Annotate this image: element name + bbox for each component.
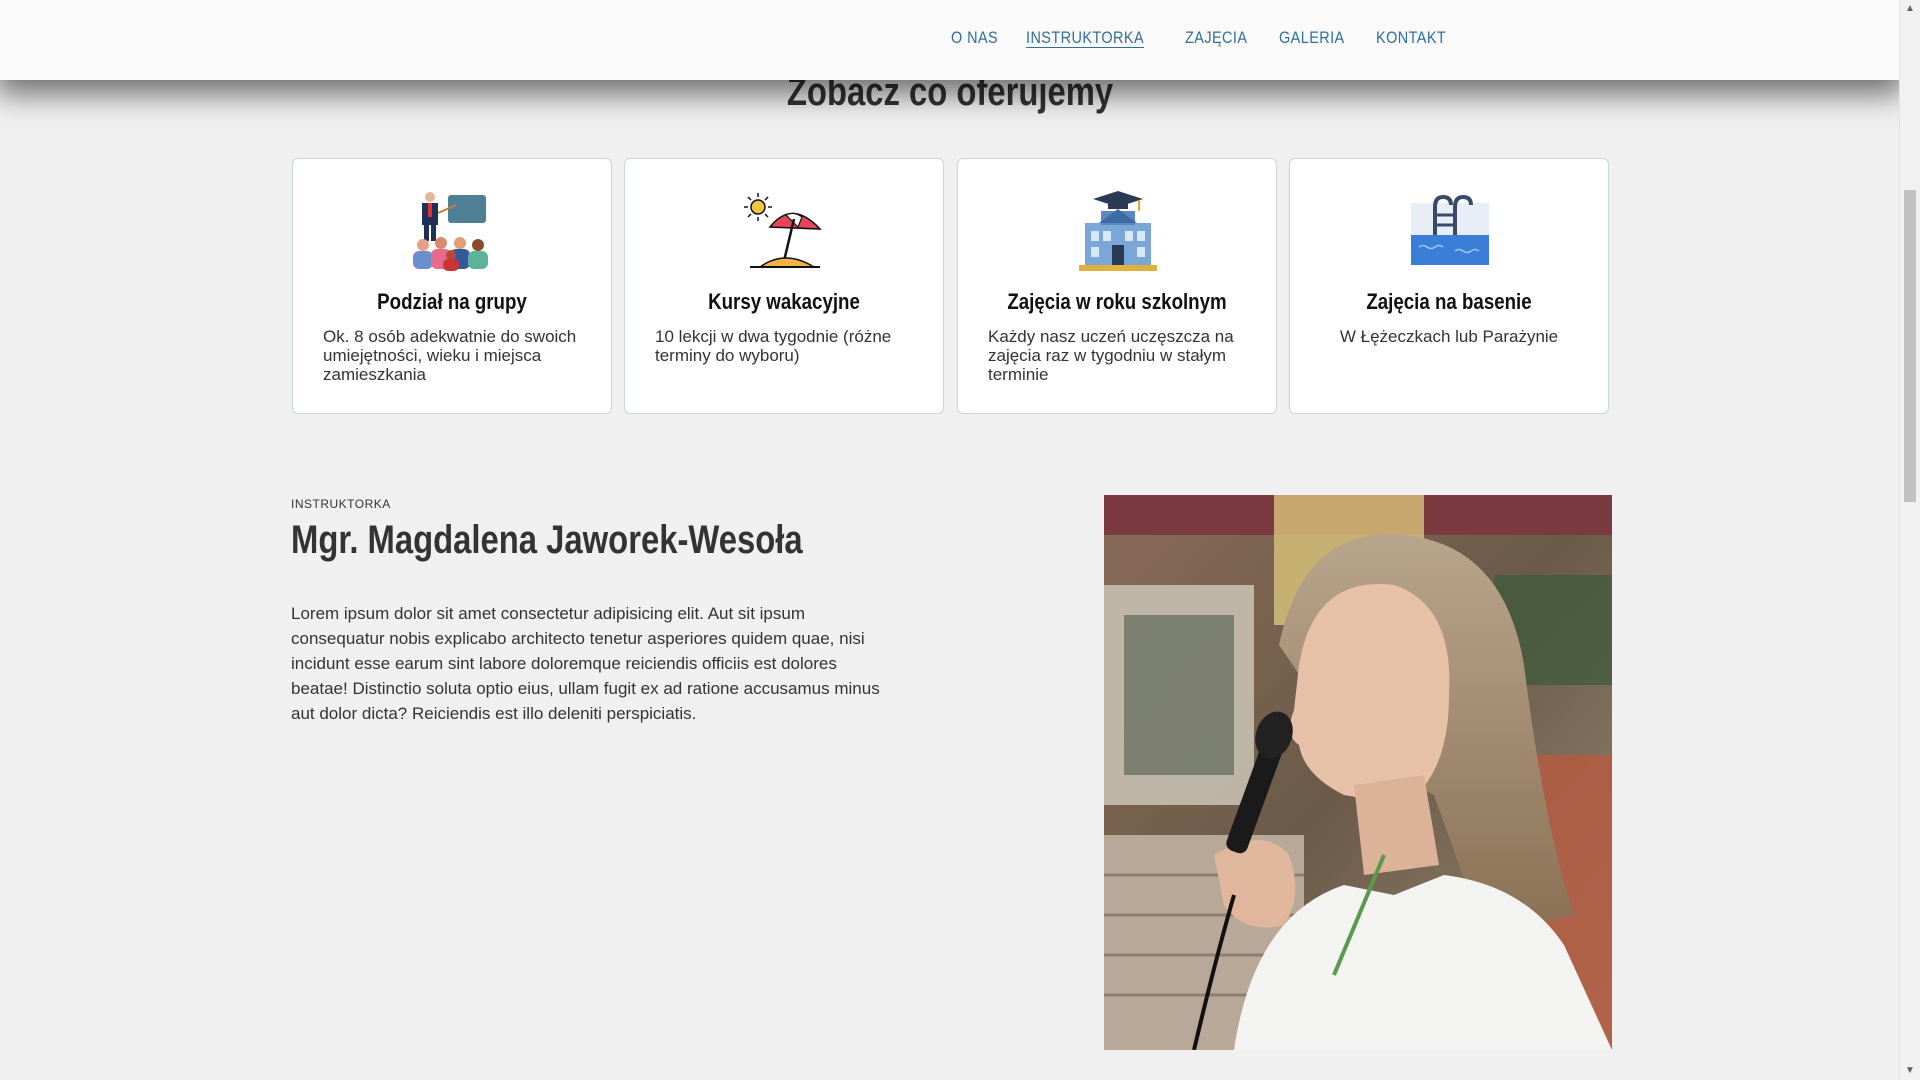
instructor-name: Mgr. Magdalena Jaworek-Wesoła: [291, 518, 803, 562]
card-description: 10 lekcji w dwa tygodnie (różne terminy …: [655, 327, 892, 365]
swimming-pool-icon: [1411, 194, 1489, 265]
page-scrollbar[interactable]: ▲ ▼: [1899, 0, 1920, 1080]
card-description: Ok. 8 osób adekwatnie do swoich umiejętn…: [323, 327, 577, 384]
nav-link-galeria[interactable]: GALERIA: [1279, 28, 1345, 48]
nav-link-o-nas[interactable]: O NAS: [951, 28, 998, 48]
teacher-group-icon: [413, 192, 488, 271]
scroll-thumb[interactable]: [1904, 190, 1916, 502]
instructor-photo: [1104, 495, 1612, 1050]
card-title: Podział na grupy: [377, 289, 527, 314]
nav-link-zajecia[interactable]: ZAJĘCIA: [1185, 28, 1247, 48]
main-nav: O NAS INSTRUKTORKA ZAJĘCIA GALERIA KONTA…: [951, 28, 1458, 48]
offer-card-summer: Kursy wakacyjne 10 lekcji w dwa tygodnie…: [624, 158, 944, 414]
nav-link-kontakt[interactable]: KONTAKT: [1376, 28, 1446, 48]
card-description: Każdy nasz uczeń uczęszcza na zajęcia ra…: [988, 327, 1234, 384]
instructor-photo-image: [1104, 495, 1612, 1050]
instructor-bio: Lorem ipsum dolor sit amet consectetur a…: [291, 604, 880, 723]
site-header: O NAS INSTRUKTORKA ZAJĘCIA GALERIA KONTA…: [0, 0, 1900, 80]
offer-card-groups: Podział na grupy Ok. 8 osób adekwatnie d…: [292, 158, 612, 414]
nav-link-instruktorka[interactable]: INSTRUKTORKA: [1026, 28, 1144, 48]
beach-umbrella-icon: [744, 193, 822, 268]
instructor-eyebrow: INSTRUKTORKA: [291, 497, 391, 511]
card-description: W Łężeczkach lub Parażynie: [1339, 327, 1559, 346]
card-title: Kursy wakacyjne: [708, 289, 860, 314]
offer-card-school-year: Zajęcia w roku szkolnym Każdy nasz uczeń…: [957, 158, 1277, 414]
card-title: Zajęcia na basenie: [1366, 289, 1532, 314]
scroll-down-icon[interactable]: ▼: [1905, 1066, 1915, 1076]
scroll-up-icon[interactable]: ▲: [1905, 4, 1915, 14]
card-title: Zajęcia w roku szkolnym: [1007, 289, 1227, 314]
offer-card-pool: Zajęcia na basenie W Łężeczkach lub Para…: [1289, 158, 1609, 414]
school-building-icon: [1079, 191, 1157, 271]
